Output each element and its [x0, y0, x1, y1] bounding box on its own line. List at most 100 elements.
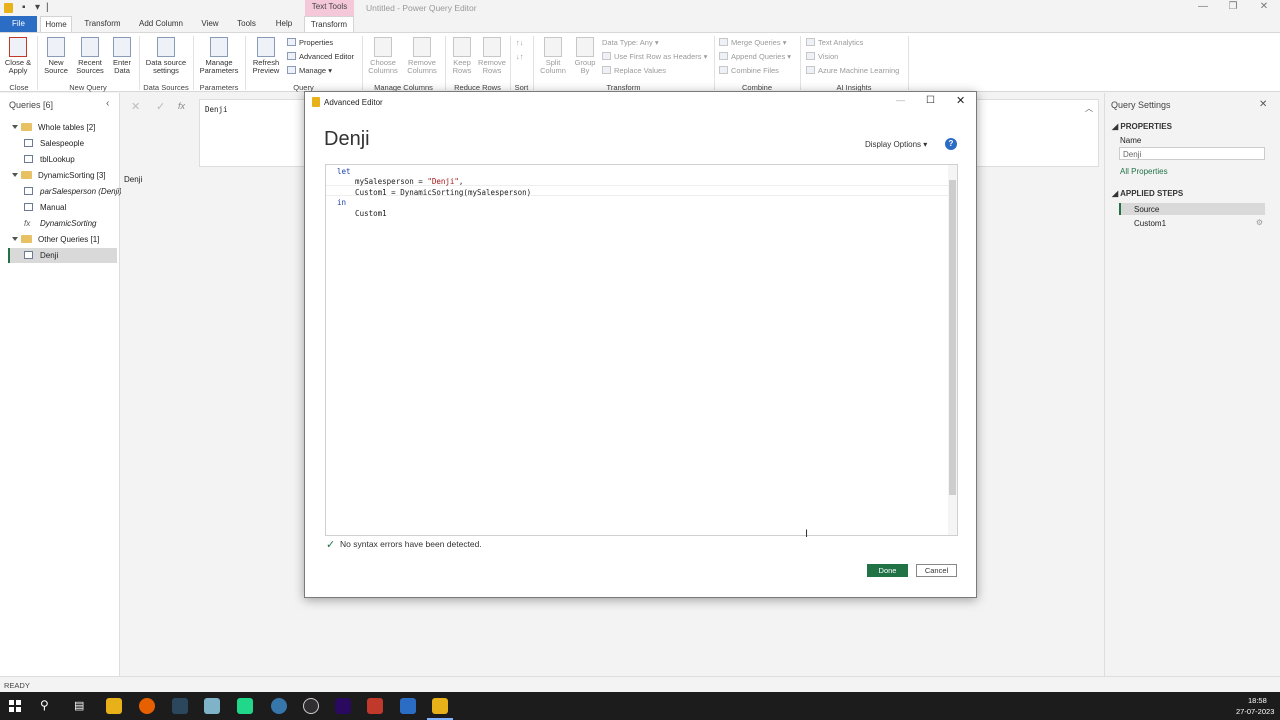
obs-icon[interactable] [303, 698, 319, 714]
append-queries-button[interactable]: Append Queries ▾ [719, 52, 791, 61]
query-group-other-queries[interactable]: Other Queries [1] [12, 235, 99, 244]
code-editor[interactable]: let mySalesperson = "Denji", Custom1 = D… [325, 164, 958, 536]
collapse-pane-icon[interactable]: ‹ [106, 98, 109, 109]
applied-step-source[interactable]: Source [1119, 203, 1265, 215]
tab-home[interactable]: Home [40, 16, 72, 32]
remove-rows-icon [483, 37, 501, 57]
remove-rows-button[interactable]: Remove Rows [477, 37, 507, 75]
use-first-row-button[interactable]: Use First Row as Headers ▾ [602, 52, 707, 61]
notes-app-icon[interactable] [204, 698, 220, 714]
query-item-parsalesperson[interactable]: parSalesperson (Denji) [24, 187, 122, 196]
tab-transform[interactable]: Transform [80, 16, 125, 32]
text-analytics-icon [806, 38, 815, 46]
tab-file[interactable]: File [0, 16, 37, 32]
formula-commit-icon[interactable]: ✓ [156, 100, 165, 113]
query-item-salespeople[interactable]: Salespeople [24, 139, 84, 148]
replace-values-button[interactable]: Replace Values [602, 66, 666, 75]
all-properties-link[interactable]: All Properties [1120, 167, 1168, 176]
close-apply-button[interactable]: Close & Apply [3, 37, 33, 75]
dialog-maximize-icon[interactable]: ☐ [926, 95, 935, 106]
table-icon [24, 139, 33, 147]
firefox-icon[interactable] [139, 698, 155, 714]
minimize-icon[interactable]: — [1193, 1, 1213, 12]
scrollbar-thumb[interactable] [949, 180, 956, 495]
query-group-whole-tables[interactable]: Whole tables [2] [12, 123, 95, 132]
powerbi-taskbar-icon[interactable] [432, 698, 448, 714]
close-window-icon[interactable]: ✕ [1254, 1, 1274, 12]
vision-icon [806, 52, 815, 60]
ribbon-tabs: File Home Transform Add Column View Tool… [0, 16, 1280, 32]
query-item-tbllookup[interactable]: tblLookup [24, 155, 75, 164]
restore-icon[interactable]: ❐ [1223, 1, 1243, 12]
help-icon[interactable]: ? [945, 138, 957, 150]
manage-button[interactable]: Manage ▾ [287, 66, 332, 75]
app-icon[interactable] [400, 698, 416, 714]
text-analytics-button[interactable]: Text Analytics [806, 38, 863, 47]
azure-ml-button[interactable]: Azure Machine Learning [806, 66, 899, 75]
query-group-dynamicsorting[interactable]: DynamicSorting [3] [12, 171, 106, 180]
remove-columns-button[interactable]: Remove Columns [403, 37, 441, 75]
properties-button[interactable]: Properties [287, 38, 333, 47]
merge-queries-button[interactable]: Merge Queries ▾ [719, 38, 786, 47]
group-label-new-query: New Query [69, 83, 107, 92]
data-type-dropdown[interactable]: Data Type: Any ▾ [602, 38, 659, 47]
append-queries-icon [719, 52, 728, 60]
python-icon[interactable] [271, 698, 287, 714]
save-icon[interactable]: ▪ [22, 2, 26, 13]
keep-rows-button[interactable]: Keep Rows [448, 37, 476, 75]
group-by-button[interactable]: Group By [572, 37, 598, 75]
applied-step-custom1[interactable]: Custom1 ⚙ [1119, 217, 1265, 229]
editor-scrollbar[interactable] [948, 165, 957, 535]
cancel-button[interactable]: Cancel [916, 564, 957, 577]
steam-icon[interactable] [172, 698, 188, 714]
advanced-editor-button[interactable]: Advanced Editor [287, 52, 354, 61]
dialog-close-icon[interactable]: ✕ [956, 94, 965, 107]
formula-collapse-icon[interactable]: ︿ [1085, 103, 1093, 114]
tab-text-transform[interactable]: Transform [304, 16, 354, 32]
pycharm-icon[interactable] [237, 698, 253, 714]
query-item-dynamicsorting[interactable]: fx DynamicSorting [24, 219, 96, 228]
windows-start-icon[interactable] [9, 700, 21, 712]
search-icon[interactable]: ⚲ [40, 698, 49, 712]
display-options-dropdown[interactable]: Display Options ▾ [865, 140, 927, 149]
combine-files-button[interactable]: Combine Files [719, 66, 779, 75]
close-settings-icon[interactable]: ✕ [1259, 99, 1267, 110]
query-item-denji-selected[interactable]: Denji [8, 248, 117, 263]
taskbar: ⚲ ▤ 18:58 27-07-2023 [0, 692, 1280, 720]
tab-tools[interactable]: Tools [233, 16, 260, 32]
vision-button[interactable]: Vision [806, 52, 838, 61]
customize-quick-access-icon[interactable]: | [46, 2, 49, 13]
fx-icon: fx [178, 101, 186, 111]
dialog-heading: Denji [324, 128, 370, 150]
status-bar: READY [0, 676, 1280, 692]
choose-columns-button[interactable]: Choose Columns [365, 37, 401, 75]
file-explorer-icon[interactable] [106, 698, 122, 714]
tab-help[interactable]: Help [272, 16, 296, 32]
dialog-minimize-icon[interactable]: — [896, 95, 905, 105]
query-item-manual[interactable]: Manual [24, 203, 66, 212]
manage-icon [287, 66, 296, 74]
notion-icon[interactable] [367, 698, 383, 714]
sort-descending-icon[interactable]: ↓↑ [516, 52, 524, 61]
premiere-pro-icon[interactable] [335, 698, 351, 714]
recent-sources-button[interactable]: Recent Sources [73, 37, 107, 75]
sort-ascending-icon[interactable]: ↑↓ [516, 38, 524, 47]
keep-rows-icon [453, 37, 471, 57]
undo-icon[interactable]: ▾ [35, 2, 40, 13]
enter-data-button[interactable]: Enter Data [109, 37, 135, 75]
refresh-preview-button[interactable]: Refresh Preview [248, 37, 284, 75]
powerbi-logo-icon [4, 3, 13, 13]
tab-add-column[interactable]: Add Column [135, 16, 187, 32]
properties-section-label: ◢ PROPERTIES [1112, 122, 1172, 131]
step-settings-gear-icon[interactable]: ⚙ [1256, 218, 1263, 227]
syntax-status: No syntax errors have been detected. [340, 539, 482, 549]
formula-cancel-icon[interactable]: ✕ [131, 100, 140, 113]
tab-view[interactable]: View [198, 16, 222, 32]
done-button[interactable]: Done [867, 564, 908, 577]
data-source-settings-button[interactable]: Data source settings [142, 37, 190, 75]
manage-parameters-button[interactable]: Manage Parameters [196, 37, 242, 75]
split-column-button[interactable]: Split Column [536, 37, 570, 75]
task-view-icon[interactable]: ▤ [74, 699, 84, 712]
name-input[interactable]: Denji [1119, 147, 1265, 160]
new-source-button[interactable]: New Source [40, 37, 72, 75]
